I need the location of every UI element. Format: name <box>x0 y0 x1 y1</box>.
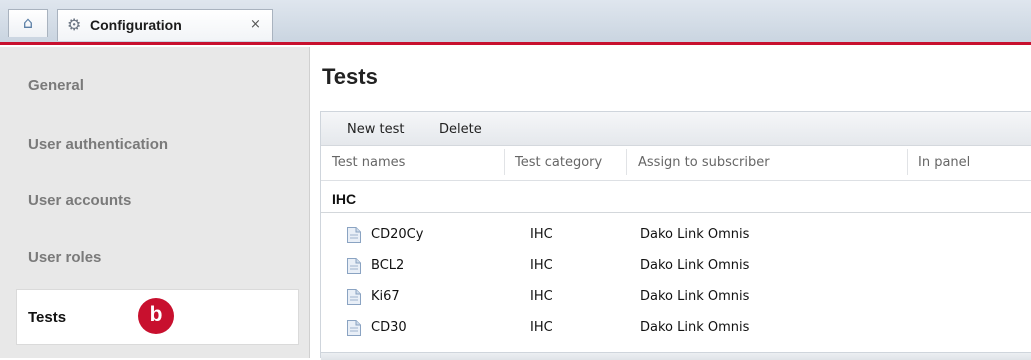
group-divider <box>321 212 1031 213</box>
sidebar-item-general[interactable]: General <box>28 77 84 94</box>
document-icon <box>347 258 361 274</box>
delete-button[interactable]: Delete <box>439 122 482 137</box>
sidebar-item-user-roles[interactable]: User roles <box>28 249 101 266</box>
column-header-in-panel[interactable]: In panel <box>918 155 970 170</box>
test-category: IHC <box>530 289 553 304</box>
column-divider <box>504 149 505 175</box>
test-category: IHC <box>530 320 553 335</box>
callout-badge: b <box>138 298 174 334</box>
sidebar-item-tests-label: Tests <box>28 309 67 326</box>
document-icon <box>347 320 361 336</box>
document-icon <box>347 289 361 305</box>
home-tab[interactable]: ⌂ <box>8 9 48 37</box>
table-row[interactable]: Ki67 IHC Dako Link Omnis <box>321 284 1031 312</box>
new-test-button[interactable]: New test <box>347 122 404 137</box>
document-icon <box>347 227 361 243</box>
page-title: Tests <box>322 64 378 89</box>
test-subscriber: Dako Link Omnis <box>640 320 750 335</box>
sidebar-item-tests[interactable]: Tests b <box>16 289 299 345</box>
column-divider <box>907 149 908 175</box>
sidebar-item-user-accounts[interactable]: User accounts <box>28 192 131 209</box>
horizontal-scrollbar[interactable] <box>321 352 1031 360</box>
tab-configuration[interactable]: ⚙ Configuration × <box>57 9 273 41</box>
tab-configuration-label: Configuration <box>90 17 182 33</box>
header-divider <box>321 180 1031 181</box>
test-subscriber: Dako Link Omnis <box>640 227 750 242</box>
column-header-test-names[interactable]: Test names <box>332 155 405 170</box>
column-divider <box>626 149 627 175</box>
test-category: IHC <box>530 258 553 273</box>
column-header-test-category[interactable]: Test category <box>515 155 602 170</box>
table-row[interactable]: BCL2 IHC Dako Link Omnis <box>321 253 1031 281</box>
group-header-ihc: IHC <box>332 191 357 207</box>
test-name: BCL2 <box>371 258 405 273</box>
column-header-assign-to-subscriber[interactable]: Assign to subscriber <box>638 155 770 170</box>
table-row[interactable]: CD20Cy IHC Dako Link Omnis <box>321 222 1031 250</box>
test-category: IHC <box>530 227 553 242</box>
table-row[interactable]: CD30 IHC Dako Link Omnis <box>321 315 1031 343</box>
sidebar-item-user-authentication[interactable]: User authentication <box>28 136 168 153</box>
test-subscriber: Dako Link Omnis <box>640 258 750 273</box>
test-name: CD20Cy <box>371 227 424 242</box>
close-icon[interactable]: × <box>250 17 261 32</box>
home-icon: ⌂ <box>22 13 34 32</box>
test-name: Ki67 <box>371 289 400 304</box>
toolbar: New test Delete <box>321 112 1031 146</box>
test-subscriber: Dako Link Omnis <box>640 289 750 304</box>
sidebar: General User authentication User account… <box>0 47 310 358</box>
tests-panel: New test Delete Test names Test category… <box>320 111 1031 360</box>
test-name: CD30 <box>371 320 407 335</box>
tab-bar: ⌂ ⚙ Configuration × <box>0 0 1031 45</box>
gear-icon: ⚙ <box>67 15 82 34</box>
